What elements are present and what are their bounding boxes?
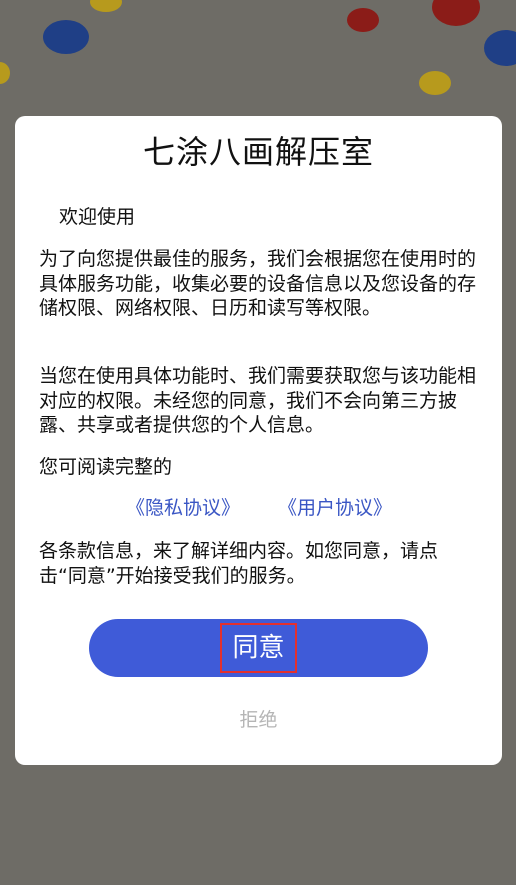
privacy-dialog: 七涂八画解压室 欢迎使用 为了向您提供最佳的服务，我们会根据您在使用时的具体服务… [15, 116, 502, 765]
background-dot [43, 20, 89, 54]
welcome-text: 欢迎使用 [59, 206, 136, 228]
background-dot [347, 8, 379, 32]
background-dot [432, 0, 480, 26]
background-dot [90, 0, 122, 12]
reject-button[interactable]: 拒绝 [15, 708, 502, 732]
user-agreement-link[interactable]: 《用户协议》 [278, 496, 392, 520]
read-agreements-text: 您可阅读完整的 [39, 456, 173, 478]
permissions-paragraph: 为了向您提供最佳的服务，我们会根据您在使用时的具体服务功能，收集必要的设备信息以… [39, 248, 477, 319]
agree-button[interactable]: 同意 [89, 619, 428, 677]
background-dot [0, 62, 10, 84]
agree-instructions-paragraph: 各条款信息，来了解详细内容。如您同意，请点击“同意”开始接受我们的服务。 [39, 540, 439, 587]
privacy-policy-link[interactable]: 《隐私协议》 [126, 496, 240, 520]
background-dot [484, 30, 516, 66]
background-dot [419, 71, 451, 95]
dialog-title: 七涂八画解压室 [142, 133, 374, 171]
agree-button-label: 同意 [220, 623, 297, 673]
consent-paragraph: 当您在使用具体功能时、我们需要获取您与该功能相对应的权限。未经您的同意，我们不会… [39, 365, 477, 436]
